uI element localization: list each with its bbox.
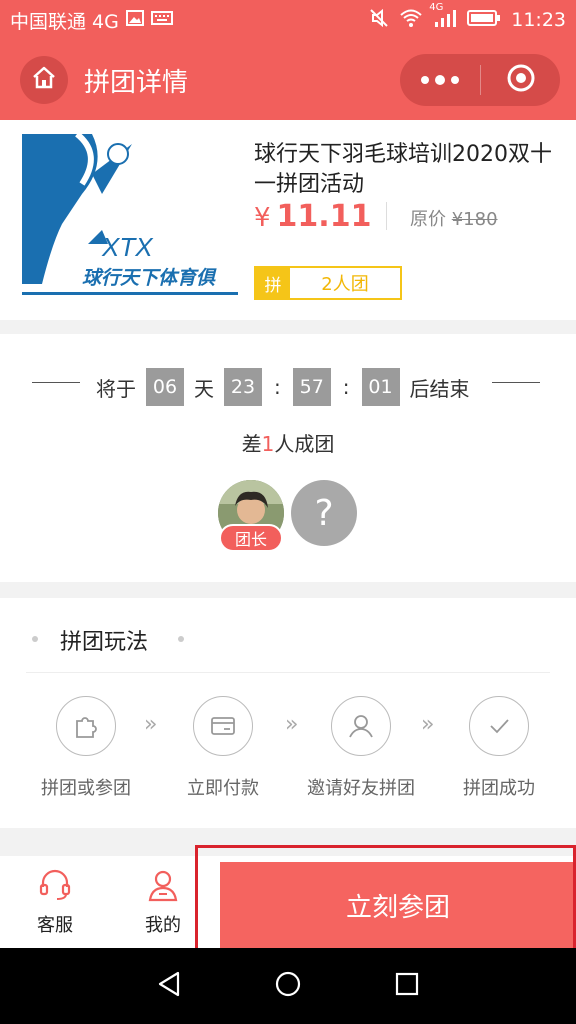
title-dot-left [32, 636, 38, 642]
clock-text: 11:23 [511, 9, 566, 31]
leader-badge: 团长 [219, 524, 283, 552]
step-label-pay: 立即付款 [187, 778, 259, 799]
original-price: 原价 ¥180 [410, 205, 498, 231]
target-close-icon [506, 63, 536, 97]
top-nav-bar: 拼团详情 [0, 40, 576, 120]
status-bar: 中国联通 4G 4G 11:23 [0, 0, 576, 40]
tag-team-label: 2人团 [321, 274, 369, 295]
divider-right [492, 382, 540, 383]
countdown-row: 将于 06 天 23 : 57 : 01 后结束 [96, 368, 470, 406]
members-needed-text: 差1人成团 [0, 428, 576, 457]
more-button[interactable] [400, 54, 480, 106]
countdown-days: 06 [146, 368, 184, 406]
countdown-minutes: 57 [292, 368, 331, 406]
original-price-label: 原价 [410, 209, 446, 230]
tag-pin-label: 拼 [256, 268, 290, 298]
join-group-button[interactable]: 立刻参团 [220, 862, 576, 948]
step-label-success: 拼团成功 [463, 778, 535, 799]
mine-label: 我的 [145, 915, 181, 936]
countdown-colon: : [274, 375, 281, 399]
countdown-suffix: 后结束 [409, 376, 470, 401]
countdown-day-unit: 天 [194, 376, 214, 401]
user-icon [145, 867, 181, 907]
original-price-value: ¥180 [451, 209, 498, 230]
countdown-seconds: 01 [361, 368, 400, 406]
carrier-info: 中国联通 4G [10, 7, 173, 34]
user-invite-icon [331, 696, 391, 756]
network-type: 4G [429, 1, 444, 13]
system-nav-bar [0, 948, 576, 1024]
logo-subtext: 球行天下体育俱 [82, 267, 217, 289]
status-right: 4G 11:23 [369, 2, 566, 33]
puzzle-icon [56, 696, 116, 756]
back-icon[interactable] [154, 969, 184, 1003]
home-button[interactable] [20, 56, 68, 104]
close-button[interactable] [481, 54, 560, 106]
mute-icon [369, 8, 389, 33]
more-dot [421, 76, 429, 84]
carrier-text: 中国联通 4G [10, 10, 119, 33]
group-price: ¥11.11 [254, 199, 371, 234]
countdown-colon: : [342, 375, 350, 399]
customer-service-button[interactable]: 客服 [10, 856, 100, 948]
logo-text: XTX [101, 232, 154, 262]
mini-program-capsule [400, 54, 560, 106]
check-icon [469, 696, 529, 756]
step-arrow: » [421, 712, 435, 737]
title-dot-right [178, 636, 184, 642]
mine-button[interactable]: 我的 [118, 856, 208, 948]
keyboard-icon [150, 9, 173, 32]
customer-service-label: 客服 [37, 915, 73, 936]
step-arrow: » [285, 712, 299, 737]
group-size-tag: 拼 2人团 [254, 266, 402, 300]
image-icon [125, 8, 145, 33]
price-currency: ¥ [254, 203, 271, 233]
wifi-icon [399, 8, 423, 33]
home-icon [31, 65, 57, 95]
page-title: 拼团详情 [84, 67, 189, 98]
home-circle-icon[interactable] [273, 969, 303, 1003]
more-dot [451, 76, 459, 84]
countdown-hours: 23 [224, 368, 262, 406]
members-needed-suffix: 人成团 [274, 432, 335, 456]
empty-member-slot[interactable]: ? [291, 480, 357, 546]
step-label-join: 拼团或参团 [41, 778, 131, 799]
badminton-logo-image: XTX 球行天下体育俱 [22, 134, 238, 304]
group-status-section: 将于 06 天 23 : 57 : 01 后结束 差1人成团 团长 ? [0, 334, 576, 582]
more-dot [435, 75, 445, 85]
product-title: 球行天下羽毛球培训2020双十一拼团活动 [254, 142, 552, 197]
countdown-prefix: 将于 [96, 376, 136, 401]
headset-icon [37, 867, 73, 907]
price-value: 11.11 [276, 199, 372, 234]
members-needed-count: 1 [261, 432, 275, 456]
rules-divider [26, 672, 550, 673]
members-needed-prefix: 差 [241, 432, 262, 456]
price-divider [386, 202, 387, 230]
recent-apps-icon[interactable] [392, 969, 422, 1003]
step-arrow: » [144, 712, 158, 737]
product-image: XTX 球行天下体育俱 [22, 134, 238, 304]
rules-title: 拼团玩法 [60, 630, 149, 655]
step-label-invite: 邀请好友拼团 [307, 778, 415, 799]
signal-icon: 4G [429, 2, 457, 33]
rules-section: 拼团玩法 » » » 拼团或参团 立即付款 邀请好友拼团 拼团成功 [0, 598, 576, 828]
card-icon [193, 696, 253, 756]
divider-left [32, 382, 80, 383]
battery-icon [467, 9, 501, 32]
